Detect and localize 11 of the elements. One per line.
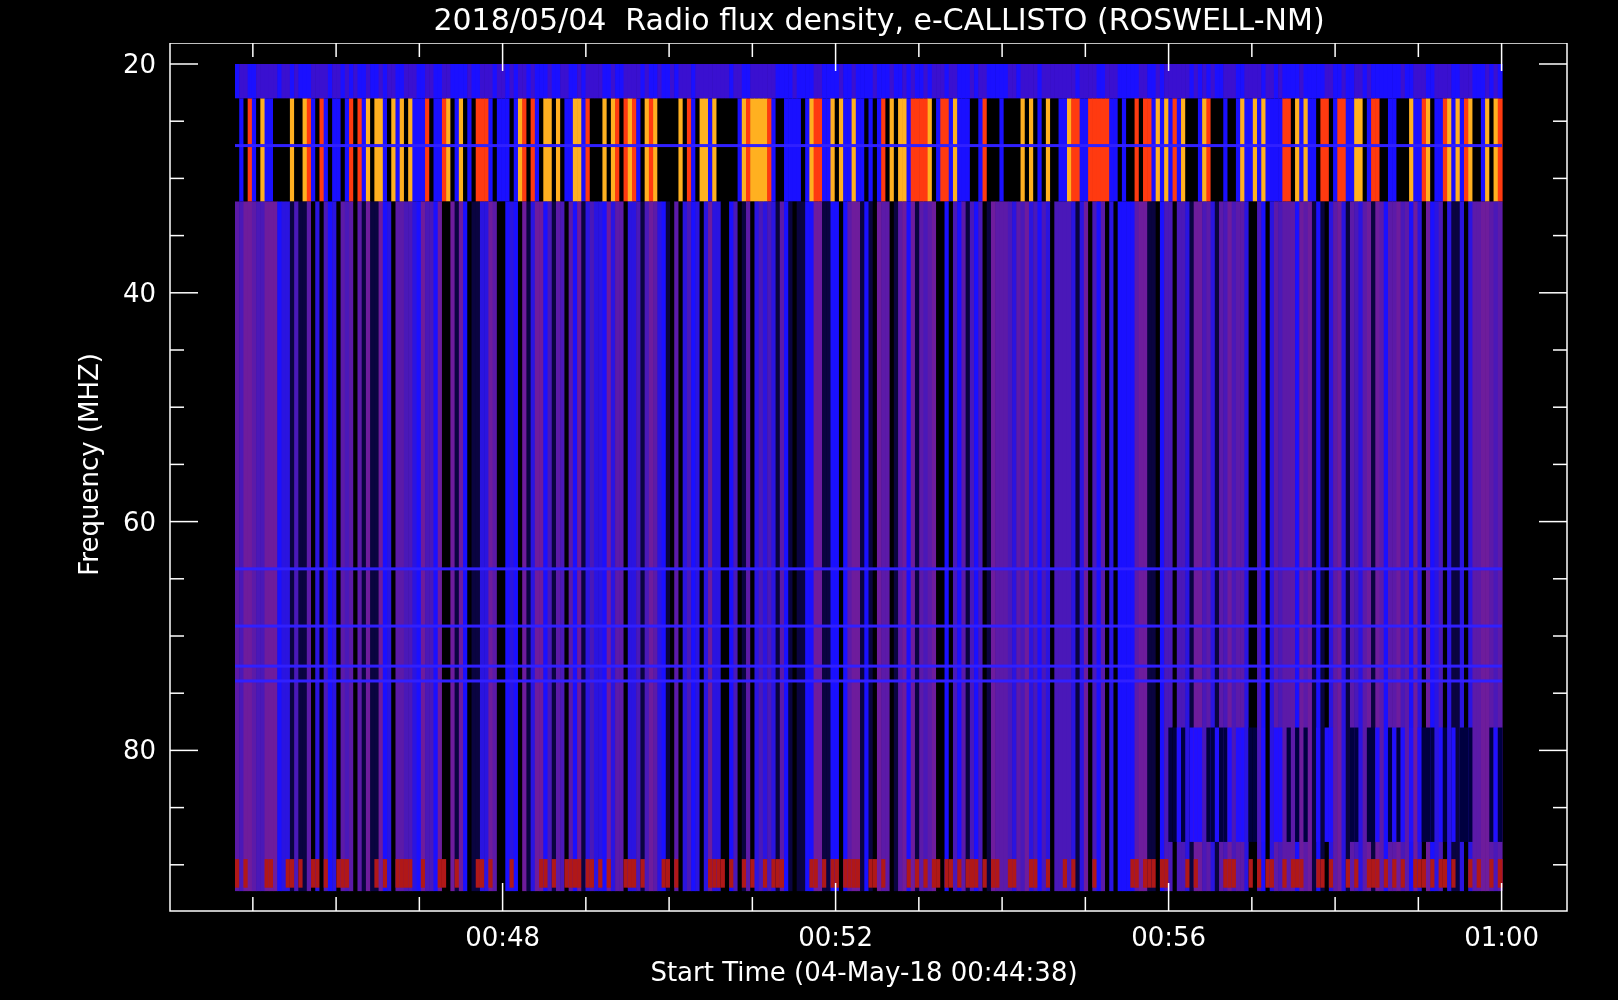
y-axis-label: Frequency (MHZ) bbox=[74, 353, 104, 576]
y-tick-label: 80 bbox=[122, 735, 156, 766]
x-tick-label: 01:00 bbox=[1464, 922, 1540, 952]
x-tick-label: 00:52 bbox=[798, 922, 874, 952]
y-tick-label: 60 bbox=[122, 506, 156, 537]
y-tick-label: 20 bbox=[122, 49, 156, 79]
y-tick-label: 40 bbox=[122, 277, 156, 308]
chart-title: 2018/05/04 Radio flux density, e-CALLISTO (ROSWELL-NM) bbox=[433, 1, 1325, 39]
x-tick-label: 00:56 bbox=[1131, 922, 1207, 952]
x-tick-label: 00:48 bbox=[465, 922, 541, 952]
x-axis-label: Start Time (04-May-18 00:44:38) bbox=[650, 957, 1078, 987]
